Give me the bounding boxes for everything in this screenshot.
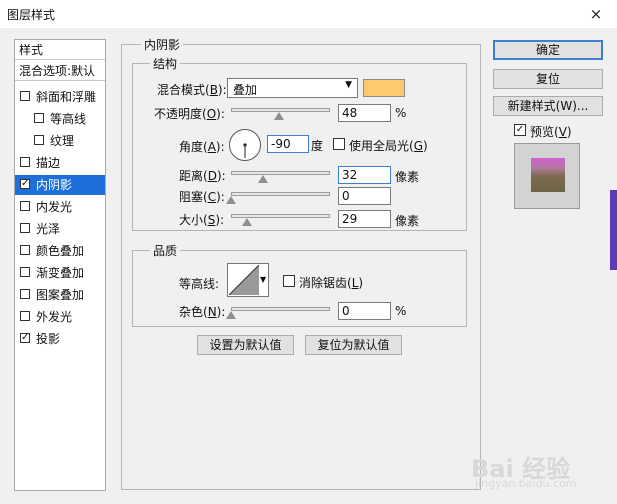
style-list: 样式 混合选项:默认 斜面和浮雕 等高线 纹理 描边 ✓ 内阴影 内发光 光泽 <box>14 39 106 491</box>
angle-unit: 度 <box>311 139 324 153</box>
checkbox-contour[interactable] <box>34 113 44 123</box>
noise-unit: % <box>395 304 407 318</box>
contour-label: 等高线: <box>179 277 220 291</box>
reset-default-button[interactable]: 复位为默认值 <box>305 335 402 355</box>
noise-input[interactable]: 0 <box>338 302 391 320</box>
window-title: 图层样式 <box>7 8 56 22</box>
style-item-label: 等高线 <box>50 112 87 126</box>
style-item-contour[interactable]: 等高线 <box>15 109 105 129</box>
style-item-color-overlay[interactable]: 颜色叠加 <box>15 241 105 261</box>
inner-shadow-title: 内阴影 <box>141 36 184 53</box>
structure-title: 结构 <box>150 55 181 72</box>
style-item-drop-shadow[interactable]: ✓ 投影 <box>15 329 105 349</box>
style-item-satin[interactable]: 光泽 <box>15 219 105 239</box>
choke-slider-track[interactable] <box>231 192 330 196</box>
chevron-down-icon: ▼ <box>345 80 352 90</box>
checkbox-inner-shadow[interactable]: ✓ <box>20 179 30 189</box>
choke-label: 阻塞(C): <box>179 190 225 204</box>
style-item-bevel[interactable]: 斜面和浮雕 <box>15 87 105 107</box>
blend-mode-label: 混合模式(B): <box>157 83 227 97</box>
checkbox-pattern-overlay[interactable] <box>20 289 30 299</box>
size-slider-thumb[interactable] <box>242 218 252 226</box>
style-item-label: 内发光 <box>36 200 73 214</box>
style-item-label: 纹理 <box>50 134 75 148</box>
style-list-header: 样式 <box>15 40 105 60</box>
watermark-subtext: jingyan.baidu.com <box>475 477 577 490</box>
style-item-texture[interactable]: 纹理 <box>15 131 105 151</box>
noise-slider-track[interactable] <box>231 307 330 311</box>
close-button[interactable]: × <box>584 3 608 25</box>
contour-picker[interactable]: ▼ <box>227 263 269 297</box>
opacity-label: 不透明度(O): <box>154 107 225 121</box>
preview-swatch <box>531 158 565 192</box>
background-edge <box>610 190 617 270</box>
angle-dial[interactable] <box>228 128 262 162</box>
checkbox-bevel[interactable] <box>20 91 30 101</box>
shadow-color-swatch[interactable] <box>363 79 405 97</box>
blend-options-item[interactable]: 混合选项:默认 <box>15 61 105 81</box>
distance-slider-thumb[interactable] <box>258 175 268 183</box>
new-style-button[interactable]: 新建样式(W)... <box>493 96 603 116</box>
style-item-inner-glow[interactable]: 内发光 <box>15 197 105 217</box>
blend-mode-value: 叠加 <box>233 83 258 97</box>
style-item-label: 颜色叠加 <box>36 244 85 258</box>
style-item-label: 光泽 <box>36 222 61 236</box>
angle-dial-icon <box>229 129 261 161</box>
size-label: 大小(S): <box>179 213 225 227</box>
distance-input[interactable]: 32 <box>338 166 391 184</box>
style-item-label: 图案叠加 <box>36 288 85 302</box>
style-item-label: 描边 <box>36 156 61 170</box>
style-item-label: 斜面和浮雕 <box>36 90 97 104</box>
choke-slider-thumb[interactable] <box>226 196 236 204</box>
anti-alias-label: 消除锯齿(L) <box>299 276 364 290</box>
distance-unit: 像素 <box>395 170 420 184</box>
style-item-label: 渐变叠加 <box>36 266 85 280</box>
style-item-label: 内阴影 <box>36 178 73 192</box>
opacity-unit: % <box>395 106 407 120</box>
angle-input[interactable]: -90 <box>267 135 309 153</box>
style-item-label: 外发光 <box>36 310 73 324</box>
contour-preview-icon <box>229 265 259 295</box>
global-light-checkbox[interactable] <box>333 138 345 150</box>
layer-style-dialog: 图层样式 × 样式 混合选项:默认 斜面和浮雕 等高线 纹理 描边 ✓ 内阴影 … <box>0 0 617 504</box>
anti-alias-checkbox[interactable] <box>283 275 295 287</box>
noise-slider-thumb[interactable] <box>226 311 236 319</box>
noise-label: 杂色(N): <box>179 305 226 319</box>
style-item-label: 投影 <box>36 332 61 346</box>
opacity-slider-thumb[interactable] <box>273 112 284 120</box>
checkbox-drop-shadow[interactable]: ✓ <box>20 333 30 343</box>
distance-label: 距离(D): <box>179 169 226 183</box>
blend-mode-select[interactable]: 叠加 ▼ <box>227 78 358 98</box>
checkbox-inner-glow[interactable] <box>20 201 30 211</box>
checkbox-color-overlay[interactable] <box>20 245 30 255</box>
checkbox-texture[interactable] <box>34 135 44 145</box>
chevron-down-icon: ▼ <box>260 275 267 284</box>
size-input[interactable]: 29 <box>338 210 391 228</box>
set-default-button[interactable]: 设置为默认值 <box>197 335 294 355</box>
ok-button[interactable]: 确定 <box>493 40 603 60</box>
style-item-pattern-overlay[interactable]: 图案叠加 <box>15 285 105 305</box>
choke-input[interactable]: 0 <box>338 187 391 205</box>
reset-button[interactable]: 复位 <box>493 69 603 89</box>
checkbox-satin[interactable] <box>20 223 30 233</box>
distance-slider-track[interactable] <box>231 171 330 175</box>
size-unit: 像素 <box>395 214 420 228</box>
preview-checkbox[interactable]: ✓ <box>514 124 526 136</box>
checkbox-stroke[interactable] <box>20 157 30 167</box>
style-preview-thumbnail <box>514 143 580 209</box>
style-item-outer-glow[interactable]: 外发光 <box>15 307 105 327</box>
opacity-input[interactable]: 48 <box>338 104 391 122</box>
checkbox-gradient-overlay[interactable] <box>20 267 30 277</box>
preview-label: 预览(V) <box>530 125 572 139</box>
title-bar: 图层样式 × <box>0 0 617 28</box>
style-item-gradient-overlay[interactable]: 渐变叠加 <box>15 263 105 283</box>
style-item-stroke[interactable]: 描边 <box>15 153 105 173</box>
quality-title: 品质 <box>150 242 181 259</box>
checkbox-outer-glow[interactable] <box>20 311 30 321</box>
angle-label: 角度(A): <box>179 140 225 154</box>
style-item-inner-shadow[interactable]: ✓ 内阴影 <box>15 175 105 195</box>
global-light-label: 使用全局光(G) <box>349 139 428 153</box>
